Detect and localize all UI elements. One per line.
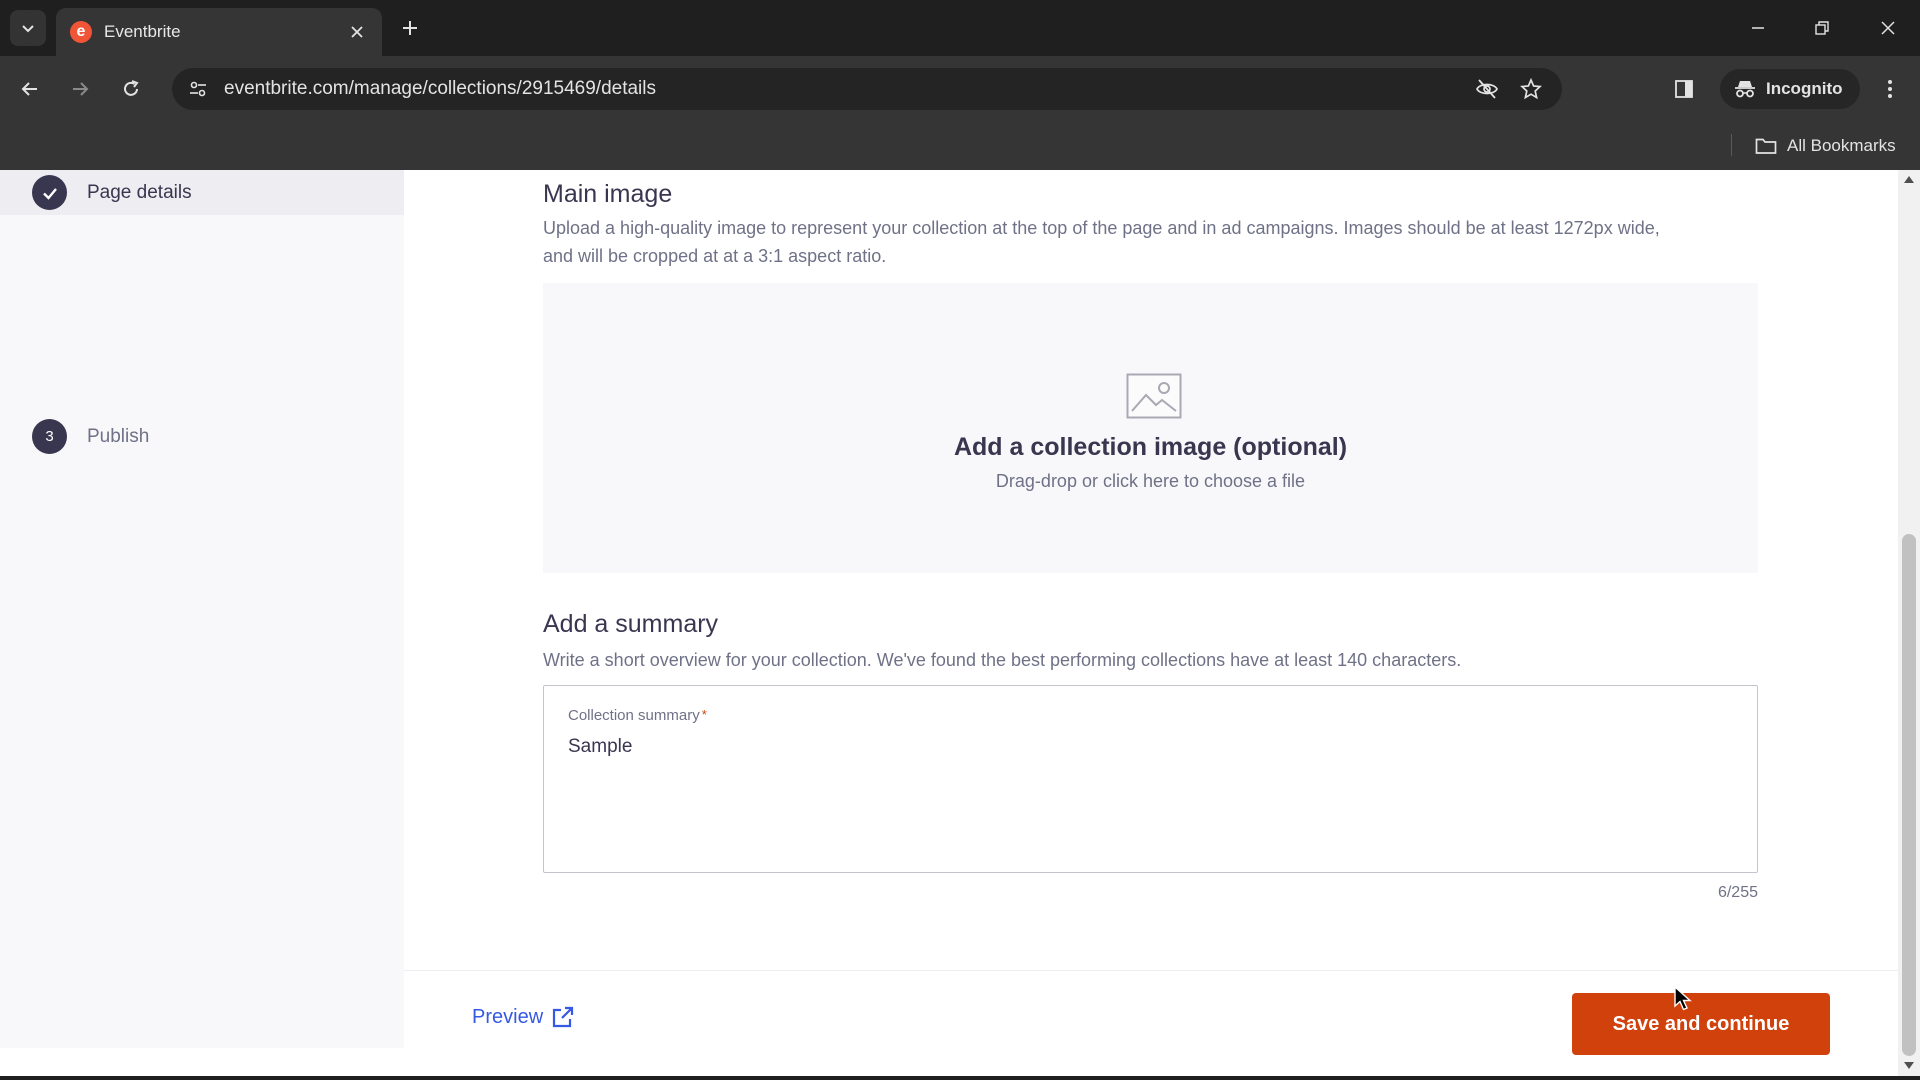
side-panel-icon	[1675, 80, 1693, 98]
new-tab-button[interactable]	[392, 10, 428, 46]
reload-button[interactable]	[113, 71, 149, 107]
incognito-label: Incognito	[1766, 79, 1843, 98]
step-complete-badge	[32, 175, 67, 210]
save-and-continue-button[interactable]: Save and continue	[1572, 993, 1830, 1055]
browser-toolbar: eventbrite.com/manage/collections/291546…	[0, 56, 1920, 122]
address-bar[interactable]: eventbrite.com/manage/collections/291546…	[172, 68, 1562, 110]
close-icon	[1881, 21, 1895, 35]
scroll-down-arrow[interactable]	[1904, 1062, 1914, 1069]
collection-summary-textarea[interactable]: Collection summary * Sample	[543, 685, 1758, 873]
eventbrite-logo-icon: e	[70, 21, 92, 43]
minimize-icon	[1752, 27, 1764, 29]
steps-sidebar: Page details 3 Publish	[0, 170, 404, 1048]
plus-icon	[403, 21, 417, 35]
forward-button[interactable]	[62, 71, 98, 107]
step-label: Publish	[87, 425, 150, 447]
restore-icon	[1815, 21, 1829, 35]
tracking-protection-button[interactable]	[1472, 74, 1502, 104]
chevron-down-icon	[22, 25, 34, 33]
image-placeholder-icon	[1126, 373, 1182, 419]
site-settings-icon[interactable]	[188, 79, 208, 99]
image-dropzone[interactable]: Add a collection image (optional) Drag-d…	[543, 283, 1758, 573]
bookmarks-bar: All Bookmarks	[0, 122, 1920, 170]
arrow-left-icon	[21, 82, 37, 96]
step-page-details[interactable]: Page details	[0, 170, 404, 215]
page-scrollbar[interactable]	[1898, 170, 1920, 1080]
summary-heading: Add a summary	[543, 610, 719, 638]
check-icon	[42, 187, 57, 200]
character-counter: 6/255	[1717, 884, 1758, 901]
all-bookmarks-button[interactable]: All Bookmarks	[1755, 130, 1896, 162]
scroll-up-arrow[interactable]	[1904, 176, 1914, 183]
dropzone-subtitle: Drag-drop or click here to choose a file	[995, 471, 1306, 491]
reload-icon	[124, 80, 139, 96]
mouse-cursor-icon	[1674, 986, 1692, 1011]
back-button[interactable]	[12, 71, 48, 107]
browser-tab[interactable]: e Eventbrite	[56, 8, 382, 56]
restore-button[interactable]	[1800, 8, 1844, 48]
scroll-thumb[interactable]	[1902, 534, 1916, 1056]
page: Page details 3 Publish Main image Upload…	[0, 170, 1920, 1080]
main-image-heading: Main image	[543, 180, 673, 208]
url-text[interactable]: eventbrite.com/manage/collections/291546…	[224, 78, 1458, 100]
all-bookmarks-label: All Bookmarks	[1787, 136, 1896, 155]
side-panel-button[interactable]	[1668, 73, 1700, 105]
more-vertical-icon	[1888, 80, 1892, 98]
tab-search-button[interactable]	[10, 10, 46, 46]
collection-summary-value[interactable]: Sample	[568, 736, 632, 758]
dropzone-title: Add a collection image (optional)	[953, 433, 1348, 461]
star-icon	[1520, 78, 1542, 100]
main-image-description-line2: and will be cropped at at a 3:1 aspect r…	[543, 246, 887, 266]
close-icon	[351, 26, 363, 38]
bookmark-star-button[interactable]	[1516, 74, 1546, 104]
collection-summary-label: Collection summary *	[568, 707, 707, 724]
main-content: Main image Upload a high-quality image t…	[404, 170, 1898, 970]
tab-close-button[interactable]	[346, 21, 368, 43]
browser-tab-bar: e Eventbrite	[0, 0, 1920, 56]
preview-link[interactable]: Preview	[472, 1005, 575, 1029]
summary-description: Write a short overview for your collecti…	[543, 650, 1462, 670]
tab-title: Eventbrite	[104, 22, 181, 41]
arrow-right-icon	[73, 82, 89, 96]
minimize-button[interactable]	[1736, 8, 1780, 48]
browser-menu-button[interactable]	[1874, 73, 1906, 105]
step-number-badge: 3	[32, 419, 67, 454]
window-bottom-edge	[0, 1076, 1920, 1080]
step-label: Page details	[87, 181, 192, 203]
incognito-indicator[interactable]: Incognito	[1720, 69, 1860, 109]
bookmarks-divider	[1731, 134, 1732, 156]
required-marker: *	[701, 707, 707, 722]
eye-off-icon	[1476, 79, 1498, 99]
step-publish[interactable]: 3 Publish	[0, 414, 404, 459]
collection-summary-label-text: Collection summary	[568, 707, 700, 724]
main-image-description-line1: Upload a high-quality image to represent…	[543, 218, 1660, 238]
folder-icon	[1755, 138, 1777, 154]
incognito-icon	[1735, 81, 1755, 98]
window-close-button[interactable]	[1866, 8, 1910, 48]
external-link-icon	[553, 1006, 574, 1028]
preview-label: Preview	[472, 1005, 544, 1028]
